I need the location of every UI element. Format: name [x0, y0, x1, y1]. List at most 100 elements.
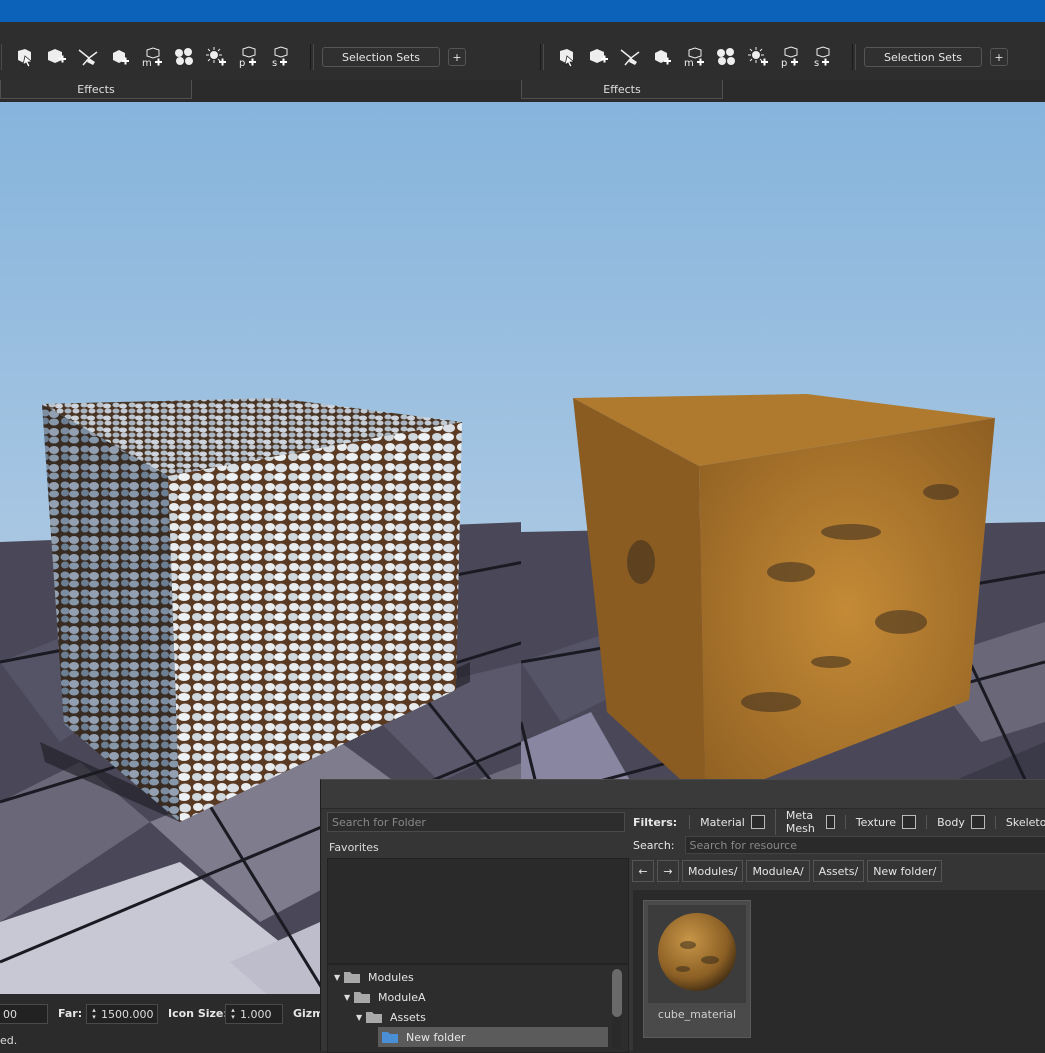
- near-clip-field[interactable]: 00: [0, 1004, 48, 1024]
- svg-text:m: m: [142, 58, 152, 68]
- tree-item-label: ModuleA: [378, 991, 426, 1004]
- add-mesh-icon[interactable]: m: [681, 44, 707, 70]
- resource-search-row: Search: Search for resource: [633, 836, 1045, 854]
- viewport-settings-bar: 00 Far: ▴▾ 1500.000 Icon Size: ▴▾ 1.000 …: [0, 994, 330, 1050]
- add-light-icon[interactable]: [745, 44, 771, 70]
- icon-size-label: Icon Size:: [168, 1007, 228, 1020]
- filter-texture[interactable]: Texture: [845, 815, 920, 829]
- filter-material[interactable]: Material: [689, 815, 769, 829]
- far-clip-field[interactable]: ▴▾ 1500.000: [86, 1004, 158, 1024]
- folder-search-input[interactable]: Search for Folder: [327, 812, 625, 832]
- filters-label: Filters:: [633, 816, 677, 829]
- expand-arrow-icon[interactable]: ▼: [356, 1013, 366, 1022]
- forward-arrow-icon[interactable]: →: [657, 860, 679, 882]
- add-selection-set-button[interactable]: +: [990, 48, 1008, 66]
- tree-item-assets[interactable]: ▼ Assets: [356, 1007, 426, 1027]
- toolbar-separator: [852, 44, 856, 70]
- select-cursor-icon[interactable]: [11, 44, 37, 70]
- svg-text:p: p: [781, 58, 787, 68]
- filter-label: Body: [937, 816, 965, 829]
- toolbar-separator: [540, 44, 544, 70]
- stepper-icon[interactable]: ▴▾: [87, 1007, 101, 1021]
- favorites-list[interactable]: [327, 858, 629, 964]
- title-bar: [0, 0, 1045, 22]
- svg-text:s: s: [814, 58, 819, 68]
- particle-icon[interactable]: [171, 44, 197, 70]
- filter-label: Skeleton: [1006, 816, 1045, 829]
- toolbar: m p s Selection Sets +: [0, 22, 524, 81]
- add-object-icon[interactable]: [649, 44, 675, 70]
- effects-tab[interactable]: Effects: [0, 80, 192, 99]
- toolbar-separator: [310, 44, 314, 70]
- breadcrumb-assets[interactable]: Assets/: [813, 860, 865, 882]
- add-selection-set-button[interactable]: +: [448, 48, 466, 66]
- filters-bar: Filters: Material Meta Mesh Texture Body…: [633, 812, 1045, 832]
- breadcrumb-modulea[interactable]: ModuleA/: [746, 860, 809, 882]
- paint-icon[interactable]: [75, 44, 101, 70]
- add-light-icon[interactable]: [203, 44, 229, 70]
- filter-material-checkbox[interactable]: [751, 815, 765, 829]
- folder-icon: [354, 991, 370, 1003]
- filter-meta-mesh-checkbox[interactable]: [826, 815, 835, 829]
- toolbar-separator: [0, 44, 2, 70]
- svg-text:p: p: [239, 58, 245, 68]
- resource-search-input[interactable]: Search for resource: [685, 836, 1045, 854]
- breadcrumb-modules[interactable]: Modules/: [682, 860, 743, 882]
- folder-icon: [366, 1011, 382, 1023]
- expand-arrow-icon[interactable]: ▼: [334, 973, 344, 982]
- particle-icon[interactable]: [713, 44, 739, 70]
- filter-label: Meta Mesh: [786, 809, 820, 835]
- add-prefab-icon[interactable]: p: [777, 44, 803, 70]
- select-cursor-icon[interactable]: [553, 44, 579, 70]
- add-box-icon[interactable]: [43, 44, 69, 70]
- add-sound-icon[interactable]: s: [267, 44, 293, 70]
- add-mesh-icon[interactable]: m: [139, 44, 165, 70]
- tree-item-label: New folder: [406, 1031, 465, 1044]
- scrollbar-thumb[interactable]: [612, 969, 622, 1017]
- toolbar: m p s Selection Sets +: [521, 22, 1045, 81]
- resource-browser-panel: Search for Folder Favorites ▼ Modules ▼ …: [320, 779, 1045, 1051]
- expand-arrow-icon[interactable]: ▼: [344, 993, 354, 1002]
- filter-skeleton[interactable]: Skeleton: [995, 816, 1045, 829]
- filter-body-checkbox[interactable]: [971, 815, 985, 829]
- resource-grid: cube_material: [633, 890, 1045, 1051]
- panel-header: [321, 780, 1045, 809]
- add-box-icon[interactable]: [585, 44, 611, 70]
- selection-sets-dropdown[interactable]: Selection Sets: [322, 47, 440, 67]
- add-prefab-icon[interactable]: p: [235, 44, 261, 70]
- resource-tile-cube-material[interactable]: cube_material: [643, 900, 751, 1038]
- far-clip-value: 1500.000: [101, 1008, 154, 1021]
- folder-tree[interactable]: ▼ Modules ▼ ModuleA ▼ Assets New folder: [327, 964, 629, 1053]
- status-text: ed.: [0, 1034, 17, 1047]
- tree-item-label: Assets: [390, 1011, 426, 1024]
- icon-size-field[interactable]: ▴▾ 1.000: [225, 1004, 283, 1024]
- tree-scrollbar[interactable]: [612, 969, 622, 1049]
- filter-label: Texture: [856, 816, 896, 829]
- filter-body[interactable]: Body: [926, 815, 989, 829]
- effects-tab[interactable]: Effects: [521, 80, 723, 99]
- folder-icon: [344, 971, 360, 983]
- breadcrumb: ← → Modules/ ModuleA/ Assets/ New folder…: [632, 860, 945, 882]
- tree-item-new-folder[interactable]: New folder: [378, 1027, 608, 1047]
- resource-label: cube_material: [644, 1008, 750, 1021]
- selection-sets-dropdown[interactable]: Selection Sets: [864, 47, 982, 67]
- near-clip-value: 00: [3, 1008, 17, 1021]
- back-arrow-icon[interactable]: ←: [632, 860, 654, 882]
- paint-icon[interactable]: [617, 44, 643, 70]
- breadcrumb-new-folder[interactable]: New folder/: [867, 860, 942, 882]
- icon-size-value: 1.000: [240, 1008, 272, 1021]
- filter-texture-checkbox[interactable]: [902, 815, 916, 829]
- tree-item-modules[interactable]: ▼ Modules: [334, 967, 414, 987]
- filter-label: Material: [700, 816, 745, 829]
- filter-meta-mesh[interactable]: Meta Mesh: [775, 809, 839, 835]
- material-thumbnail: [648, 905, 746, 1003]
- stepper-icon[interactable]: ▴▾: [226, 1007, 240, 1021]
- svg-text:m: m: [684, 58, 694, 68]
- folder-icon: [382, 1031, 398, 1043]
- tree-item-label: Modules: [368, 971, 414, 984]
- favorites-label: Favorites: [329, 841, 379, 854]
- add-sound-icon[interactable]: s: [809, 44, 835, 70]
- add-object-icon[interactable]: [107, 44, 133, 70]
- svg-text:s: s: [272, 58, 277, 68]
- tree-item-modulea[interactable]: ▼ ModuleA: [344, 987, 426, 1007]
